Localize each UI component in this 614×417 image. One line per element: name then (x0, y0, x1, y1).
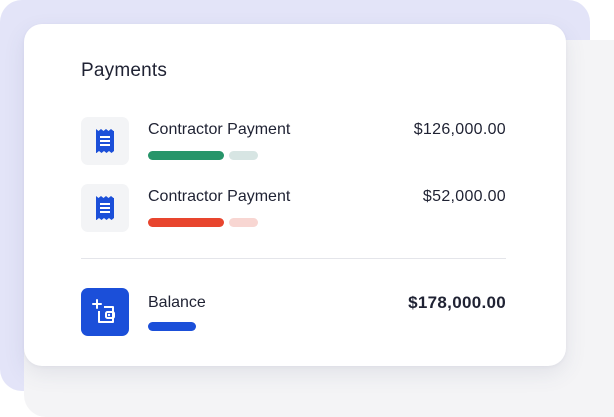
progress-bar-secondary (229, 218, 258, 227)
wallet-add-icon (81, 288, 129, 336)
balance-amount: $178,000.00 (408, 293, 506, 312)
payment-label: Contractor Payment (148, 121, 291, 138)
payment-amount: $126,000.00 (413, 121, 506, 138)
payment-row[interactable]: Contractor Payment $52,000.00 (81, 184, 506, 232)
payments-card: Payments Contractor Payment $126,000.00 (24, 24, 566, 366)
progress-bar-primary (148, 218, 224, 227)
receipt-icon (81, 117, 129, 165)
balance-row[interactable]: Balance $178,000.00 (81, 288, 506, 336)
balance-bar (148, 322, 196, 331)
receipt-icon (81, 184, 129, 232)
balance-label: Balance (148, 294, 206, 311)
payment-label: Contractor Payment (148, 188, 291, 205)
divider (81, 258, 506, 259)
payment-amount: $52,000.00 (422, 188, 506, 205)
card-title: Payments (81, 60, 168, 81)
payment-row[interactable]: Contractor Payment $126,000.00 (81, 117, 506, 165)
progress-bar-primary (148, 151, 224, 160)
progress-bar-secondary (229, 151, 258, 160)
